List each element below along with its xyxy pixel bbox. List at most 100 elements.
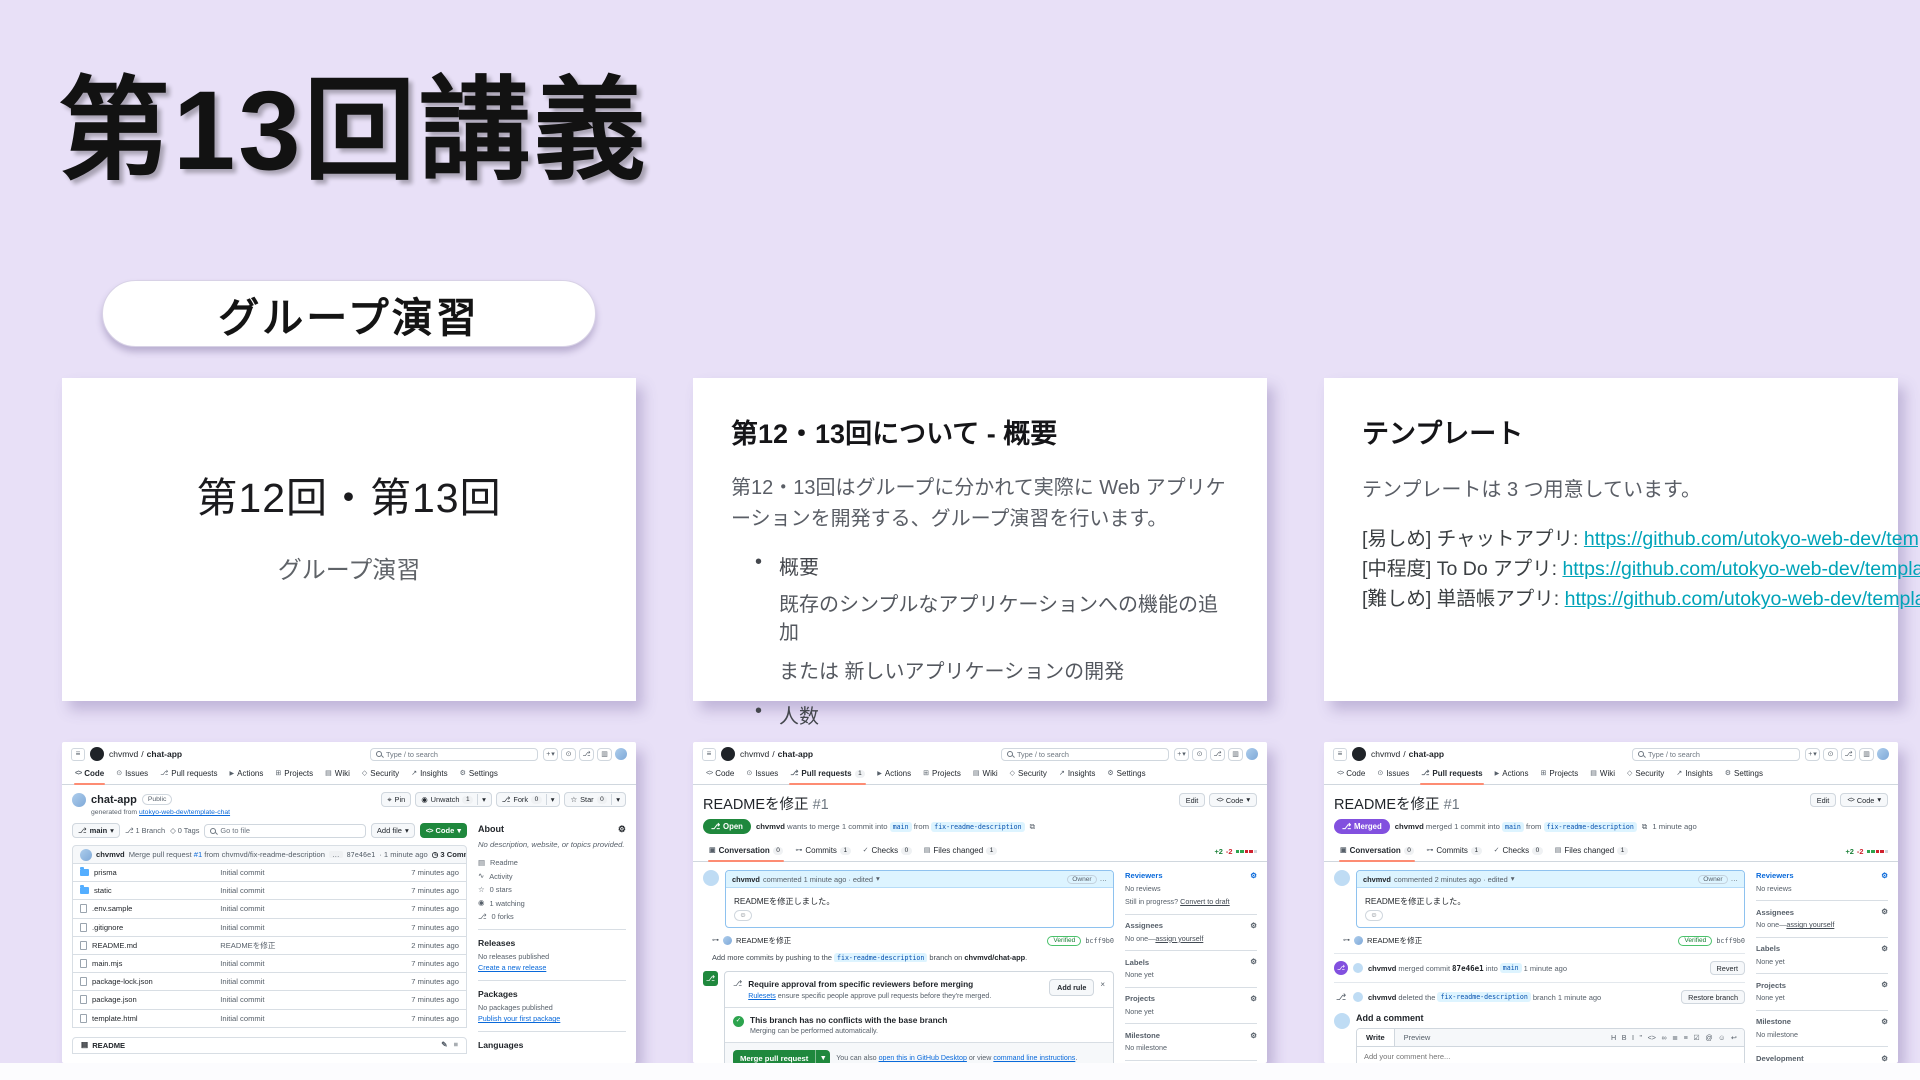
tab-projects[interactable]: Projects: [269, 765, 319, 784]
tab-checks[interactable]: Checks0: [1488, 842, 1549, 861]
tab-actions[interactable]: Actions: [224, 765, 270, 784]
file-row[interactable]: README.mdREADMEを修正2 minutes ago: [72, 937, 467, 955]
tab-checks[interactable]: Checks0: [857, 842, 918, 861]
issues-dashboard-icon[interactable]: [1192, 748, 1207, 761]
repo-name[interactable]: chat-app: [91, 794, 137, 806]
tab-settings[interactable]: Settings: [454, 765, 504, 784]
tab-actions[interactable]: Actions: [1489, 765, 1535, 784]
emoji-icon[interactable]: ☺: [1718, 1033, 1725, 1042]
tab-code[interactable]: Code: [69, 765, 110, 784]
pull-requests-dashboard-icon[interactable]: [1210, 748, 1225, 761]
labels-settings-icon[interactable]: [1250, 958, 1257, 966]
quote-icon[interactable]: ": [1640, 1033, 1643, 1042]
rulesets-link[interactable]: Rulesets: [748, 992, 776, 1000]
projects-settings-icon[interactable]: [1881, 981, 1888, 989]
tab-insights[interactable]: Insights: [405, 765, 453, 784]
tab-actions[interactable]: Actions: [871, 765, 917, 784]
code-button[interactable]: Code: [420, 823, 467, 838]
edited-dropdown-icon[interactable]: [1511, 875, 1515, 882]
latest-commit-bar[interactable]: chvmvd Merge pull request #1 from chvmvd…: [72, 845, 467, 864]
github-logo-icon[interactable]: [721, 747, 735, 761]
copy-branch-icon[interactable]: [1030, 823, 1036, 831]
about-readme[interactable]: Readme: [478, 858, 626, 867]
commit-hash[interactable]: 87e46e1: [347, 851, 376, 859]
file-row[interactable]: staticInitial commit7 minutes ago: [72, 882, 467, 900]
create-new-button[interactable]: [1174, 748, 1189, 761]
tab-settings[interactable]: Settings: [1719, 765, 1769, 784]
tab-issues[interactable]: Issues: [740, 765, 784, 784]
pin-button[interactable]: Pin: [381, 792, 411, 807]
avatar[interactable]: [615, 748, 627, 760]
create-new-button[interactable]: [1805, 748, 1820, 761]
link-icon[interactable]: ∞: [1662, 1033, 1667, 1042]
convert-to-draft-link[interactable]: Convert to draft: [1180, 897, 1230, 906]
dismiss-icon[interactable]: [1100, 981, 1105, 989]
star-button[interactable]: Star0: [564, 792, 626, 807]
labels-settings-icon[interactable]: [1881, 945, 1888, 953]
about-stars[interactable]: 0 stars: [478, 885, 626, 894]
avatar[interactable]: [1877, 748, 1889, 760]
outline-icon[interactable]: [454, 1041, 458, 1049]
edit-button[interactable]: Edit: [1179, 793, 1206, 807]
code-button[interactable]: Code: [1840, 793, 1888, 807]
inbox-icon[interactable]: [1228, 748, 1243, 761]
add-reaction-button[interactable]: [1365, 910, 1383, 921]
assign-yourself-link[interactable]: assign yourself: [1155, 934, 1203, 943]
tab-pull-requests[interactable]: Pull requests1: [784, 765, 871, 784]
add-rule-button[interactable]: Add rule: [1049, 979, 1094, 996]
commit-hash[interactable]: bcff9b0: [1716, 937, 1745, 945]
template-source-link[interactable]: utokyo-web-dev/template-chat: [139, 809, 230, 816]
tab-issues[interactable]: Issues: [1371, 765, 1415, 784]
search-input[interactable]: Type / to search: [1632, 748, 1800, 761]
tab-wiki[interactable]: Wiki: [319, 765, 356, 784]
create-new-button[interactable]: [543, 748, 558, 761]
publish-package-link[interactable]: Publish your first package: [478, 1014, 626, 1023]
tab-files-changed[interactable]: Files changed1: [918, 842, 1003, 861]
tab-security[interactable]: Security: [1621, 765, 1670, 784]
italic-icon[interactable]: I: [1632, 1033, 1634, 1042]
file-row[interactable]: package.jsonInitial commit7 minutes ago: [72, 991, 467, 1009]
pull-requests-dashboard-icon[interactable]: [579, 748, 594, 761]
revert-button[interactable]: Revert: [1710, 961, 1746, 975]
merge-pull-request-button[interactable]: Merge pull request: [733, 1050, 830, 1063]
tab-settings[interactable]: Settings: [1101, 765, 1151, 784]
edited-dropdown-icon[interactable]: [876, 875, 880, 882]
comment-author[interactable]: chvmvd: [732, 875, 760, 884]
search-input[interactable]: Type / to search: [370, 748, 538, 761]
file-row[interactable]: prismaInitial commit7 minutes ago: [72, 864, 467, 882]
file-row[interactable]: .env.sampleInitial commit7 minutes ago: [72, 900, 467, 918]
reviewers-title[interactable]: Reviewers: [1756, 871, 1794, 880]
commit-description-toggle[interactable]: [329, 851, 343, 859]
avatar[interactable]: [703, 870, 719, 886]
breadcrumb-repo[interactable]: chat-app: [147, 749, 182, 759]
hamburger-menu-icon[interactable]: [1333, 748, 1347, 761]
branches-link[interactable]: 1 Branch: [125, 826, 165, 835]
task-list-icon[interactable]: ☑: [1693, 1033, 1699, 1042]
numbered-list-icon[interactable]: ≣: [1672, 1033, 1678, 1042]
tab-wiki[interactable]: Wiki: [967, 765, 1004, 784]
hamburger-menu-icon[interactable]: [71, 748, 85, 761]
github-desktop-link[interactable]: open this in GitHub Desktop: [879, 1054, 967, 1062]
tab-code[interactable]: Code: [1331, 765, 1371, 784]
tab-insights[interactable]: Insights: [1053, 765, 1101, 784]
code-button[interactable]: Code: [1209, 793, 1257, 807]
tab-insights[interactable]: Insights: [1670, 765, 1718, 784]
inbox-icon[interactable]: [597, 748, 612, 761]
reviewers-settings-icon[interactable]: [1250, 872, 1257, 880]
branch-selector[interactable]: main: [72, 823, 120, 838]
breadcrumb-owner[interactable]: chvmvd: [109, 749, 138, 759]
file-row[interactable]: package-lock.jsonInitial commit7 minutes…: [72, 973, 467, 991]
tab-projects[interactable]: Projects: [1535, 765, 1585, 784]
milestone-settings-icon[interactable]: [1250, 1032, 1257, 1040]
reference-icon[interactable]: ↩: [1731, 1033, 1737, 1042]
cli-instructions-link[interactable]: command line instructions: [993, 1054, 1075, 1062]
edit-readme-icon[interactable]: [441, 1041, 447, 1049]
github-logo-icon[interactable]: [90, 747, 104, 761]
tab-conversation[interactable]: Conversation0: [703, 842, 789, 861]
issues-dashboard-icon[interactable]: [1823, 748, 1838, 761]
edit-button[interactable]: Edit: [1810, 793, 1837, 807]
file-row[interactable]: .gitignoreInitial commit7 minutes ago: [72, 919, 467, 937]
tab-security[interactable]: Security: [356, 765, 405, 784]
tab-pull-requests[interactable]: Pull requests: [1415, 765, 1488, 784]
unwatch-button[interactable]: Unwatch1: [415, 792, 492, 807]
